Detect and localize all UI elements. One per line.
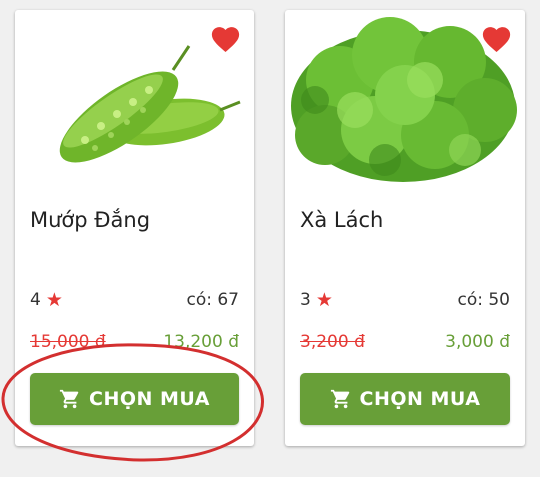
old-price: 15,000 đ bbox=[30, 332, 106, 352]
heart-icon[interactable] bbox=[209, 23, 242, 53]
buy-button[interactable]: CHỌN MUA bbox=[30, 373, 239, 425]
buy-button[interactable]: CHỌN MUA bbox=[300, 373, 510, 425]
rating-value: 4 bbox=[30, 290, 41, 310]
buy-button-label: CHỌN MUA bbox=[89, 388, 210, 410]
product-name[interactable]: Mướp Đắng bbox=[30, 208, 150, 232]
product-rating: 3 ★ bbox=[300, 290, 333, 310]
new-price: 13,200 đ bbox=[163, 332, 239, 352]
rating-value: 3 bbox=[300, 290, 311, 310]
stock-count: có: 67 bbox=[186, 290, 239, 310]
product-rating: 4 ★ bbox=[30, 290, 63, 310]
heart-icon[interactable] bbox=[480, 23, 513, 53]
buy-button-label: CHỌN MUA bbox=[359, 388, 481, 410]
new-price: 3,000 đ bbox=[445, 332, 510, 352]
star-icon: ★ bbox=[315, 288, 333, 311]
product-card[interactable]: Mướp Đắng 4 ★ có: 67 15,000 đ 13,200 đ C… bbox=[15, 10, 254, 446]
cart-icon bbox=[59, 388, 81, 410]
product-name[interactable]: Xà Lách bbox=[300, 208, 383, 232]
product-card[interactable]: Xà Lách 3 ★ có: 50 3,200 đ 3,000 đ CHỌN … bbox=[285, 10, 525, 446]
cart-icon bbox=[330, 388, 352, 410]
old-price: 3,200 đ bbox=[300, 332, 365, 352]
star-icon: ★ bbox=[45, 288, 63, 311]
stock-count: có: 50 bbox=[457, 290, 510, 310]
